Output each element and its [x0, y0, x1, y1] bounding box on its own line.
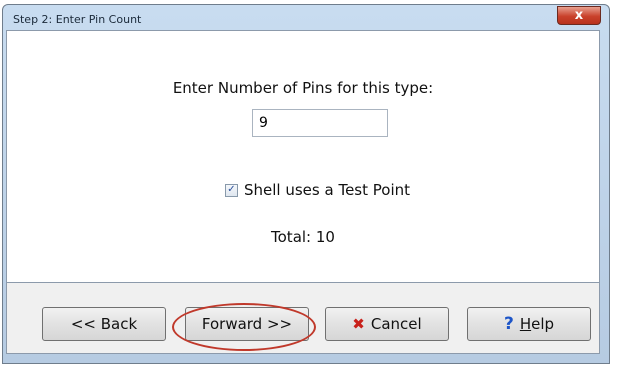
help-button[interactable]: ? Help [467, 307, 591, 341]
close-icon: x [574, 8, 584, 23]
cancel-button[interactable]: ✖ Cancel [325, 307, 449, 341]
back-button-label: << Back [70, 315, 138, 333]
button-bar: << Back Forward >> ✖ Cancel ? Help [6, 283, 600, 354]
total-label: Total: 10 [271, 228, 335, 246]
help-mnemonic: H [519, 315, 532, 333]
dialog-body: Enter Number of Pins for this type: ✓ Sh… [6, 30, 600, 283]
pin-count-input[interactable] [252, 109, 388, 137]
checkbox-label: Shell uses a Test Point [244, 181, 411, 199]
shell-test-point-checkbox[interactable]: ✓ Shell uses a Test Point [225, 181, 410, 199]
cancel-button-label: Cancel [370, 315, 422, 333]
help-button-label: Help [520, 315, 554, 333]
checkmark-icon[interactable]: ✓ [225, 183, 238, 197]
question-icon: ? [503, 314, 514, 334]
x-icon: ✖ [352, 315, 365, 333]
close-button[interactable]: x [557, 6, 601, 25]
forward-button[interactable]: Forward >> [185, 307, 309, 341]
back-button[interactable]: << Back [42, 307, 166, 341]
forward-button-label: Forward >> [201, 315, 293, 333]
help-label-rest: elp [531, 315, 555, 333]
window-title: Step 2: Enter Pin Count [13, 13, 142, 26]
pin-count-prompt: Enter Number of Pins for this type: [172, 79, 434, 97]
